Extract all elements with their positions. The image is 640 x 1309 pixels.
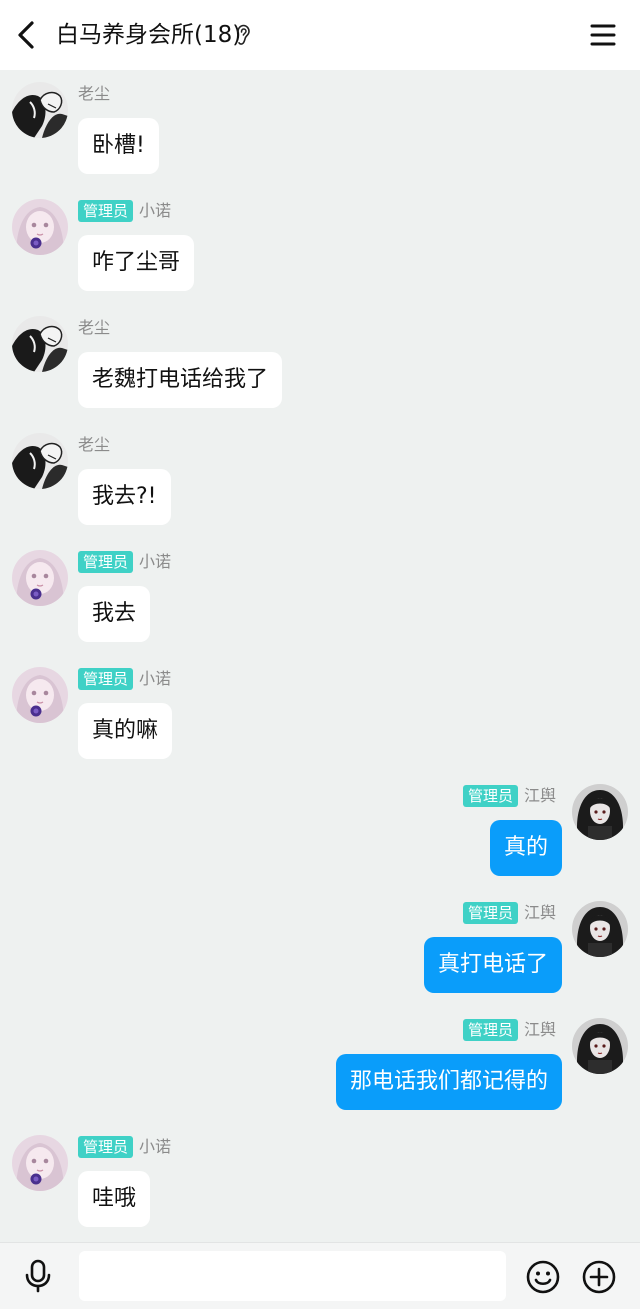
- avatar[interactable]: [12, 82, 68, 138]
- sender-meta: 管理员 小诺: [78, 1135, 171, 1159]
- avatar[interactable]: [12, 199, 68, 255]
- message-bubble[interactable]: 咋了尘哥: [78, 235, 195, 291]
- sender-name[interactable]: 江舆: [524, 902, 556, 924]
- chat-title: 白马养身会所(18): [56, 22, 242, 48]
- chevron-left-icon: [18, 21, 34, 49]
- admin-badge: 管理员: [78, 200, 134, 222]
- admin-badge: 管理员: [462, 1019, 518, 1041]
- sender-name[interactable]: 江舆: [524, 785, 556, 807]
- sender-meta: 管理员 小诺: [78, 199, 171, 223]
- back-button[interactable]: [10, 15, 50, 55]
- message-bubble[interactable]: 真的: [489, 820, 562, 876]
- avatar-image: [12, 550, 68, 606]
- sender-meta: 老尘: [78, 316, 110, 340]
- message-bubble[interactable]: 老魏打电话给我了: [78, 352, 283, 408]
- avatar-image: [12, 199, 68, 255]
- message-bubble[interactable]: 真的嘛: [78, 703, 173, 759]
- message-list[interactable]: 老尘 卧槽! 管理员 小诺 咋了尘哥 老尘 老魏打电话给我了 老尘 我去?! 管…: [0, 70, 640, 1242]
- admin-badge: 管理员: [462, 785, 518, 807]
- sender-meta: 管理员 江舆: [462, 901, 556, 925]
- avatar[interactable]: [12, 667, 68, 723]
- message-input[interactable]: [79, 1251, 506, 1301]
- sender-meta: 管理员 江舆: [462, 1018, 556, 1042]
- sender-name[interactable]: 老尘: [78, 434, 110, 456]
- message-bubble[interactable]: 我去: [78, 586, 151, 642]
- sender-name[interactable]: 小诺: [139, 1136, 171, 1158]
- avatar[interactable]: [572, 784, 628, 840]
- message-bubble[interactable]: 真打电话了: [423, 937, 562, 993]
- admin-badge: 管理员: [462, 902, 518, 924]
- avatar-image: [12, 433, 68, 489]
- sender-name[interactable]: 小诺: [139, 551, 171, 573]
- plus-circle-icon: [582, 1260, 616, 1294]
- hamburger-menu-icon: [590, 24, 616, 46]
- avatar[interactable]: [572, 1018, 628, 1074]
- chat-header: 白马养身会所(18): [0, 0, 640, 70]
- avatar-image: [572, 901, 628, 957]
- avatar[interactable]: [12, 550, 68, 606]
- sender-meta: 老尘: [78, 433, 110, 457]
- admin-badge: 管理员: [78, 551, 134, 573]
- avatar[interactable]: [12, 316, 68, 372]
- sender-name[interactable]: 小诺: [139, 668, 171, 690]
- input-bar: [0, 1242, 640, 1309]
- avatar[interactable]: [572, 901, 628, 957]
- sender-meta: 管理员 小诺: [78, 667, 171, 691]
- more-button[interactable]: [581, 1259, 617, 1295]
- message-bubble[interactable]: 那电话我们都记得的: [335, 1054, 562, 1110]
- avatar-image: [12, 316, 68, 372]
- message-bubble[interactable]: 我去?!: [78, 469, 171, 525]
- avatar-image: [12, 667, 68, 723]
- avatar-image: [12, 1135, 68, 1191]
- avatar-image: [572, 1018, 628, 1074]
- sender-meta: 管理员 小诺: [78, 550, 171, 574]
- emoji-button[interactable]: [525, 1259, 561, 1295]
- avatar[interactable]: [12, 433, 68, 489]
- microphone-icon: [25, 1259, 51, 1293]
- voice-button[interactable]: [20, 1258, 56, 1294]
- sender-name[interactable]: 江舆: [524, 1019, 556, 1041]
- sender-meta: 管理员 江舆: [462, 784, 556, 808]
- admin-badge: 管理员: [78, 668, 134, 690]
- sender-name[interactable]: 老尘: [78, 83, 110, 105]
- avatar-image: [572, 784, 628, 840]
- sender-name[interactable]: 老尘: [78, 317, 110, 339]
- message-bubble[interactable]: 哇哦: [78, 1171, 151, 1227]
- ear-icon: [237, 24, 250, 45]
- avatar-image: [12, 82, 68, 138]
- menu-button[interactable]: [588, 20, 618, 50]
- smiley-icon: [526, 1260, 560, 1294]
- sender-name[interactable]: 小诺: [139, 200, 171, 222]
- admin-badge: 管理员: [78, 1136, 134, 1158]
- message-bubble[interactable]: 卧槽!: [78, 118, 159, 174]
- sender-meta: 老尘: [78, 82, 110, 106]
- avatar[interactable]: [12, 1135, 68, 1191]
